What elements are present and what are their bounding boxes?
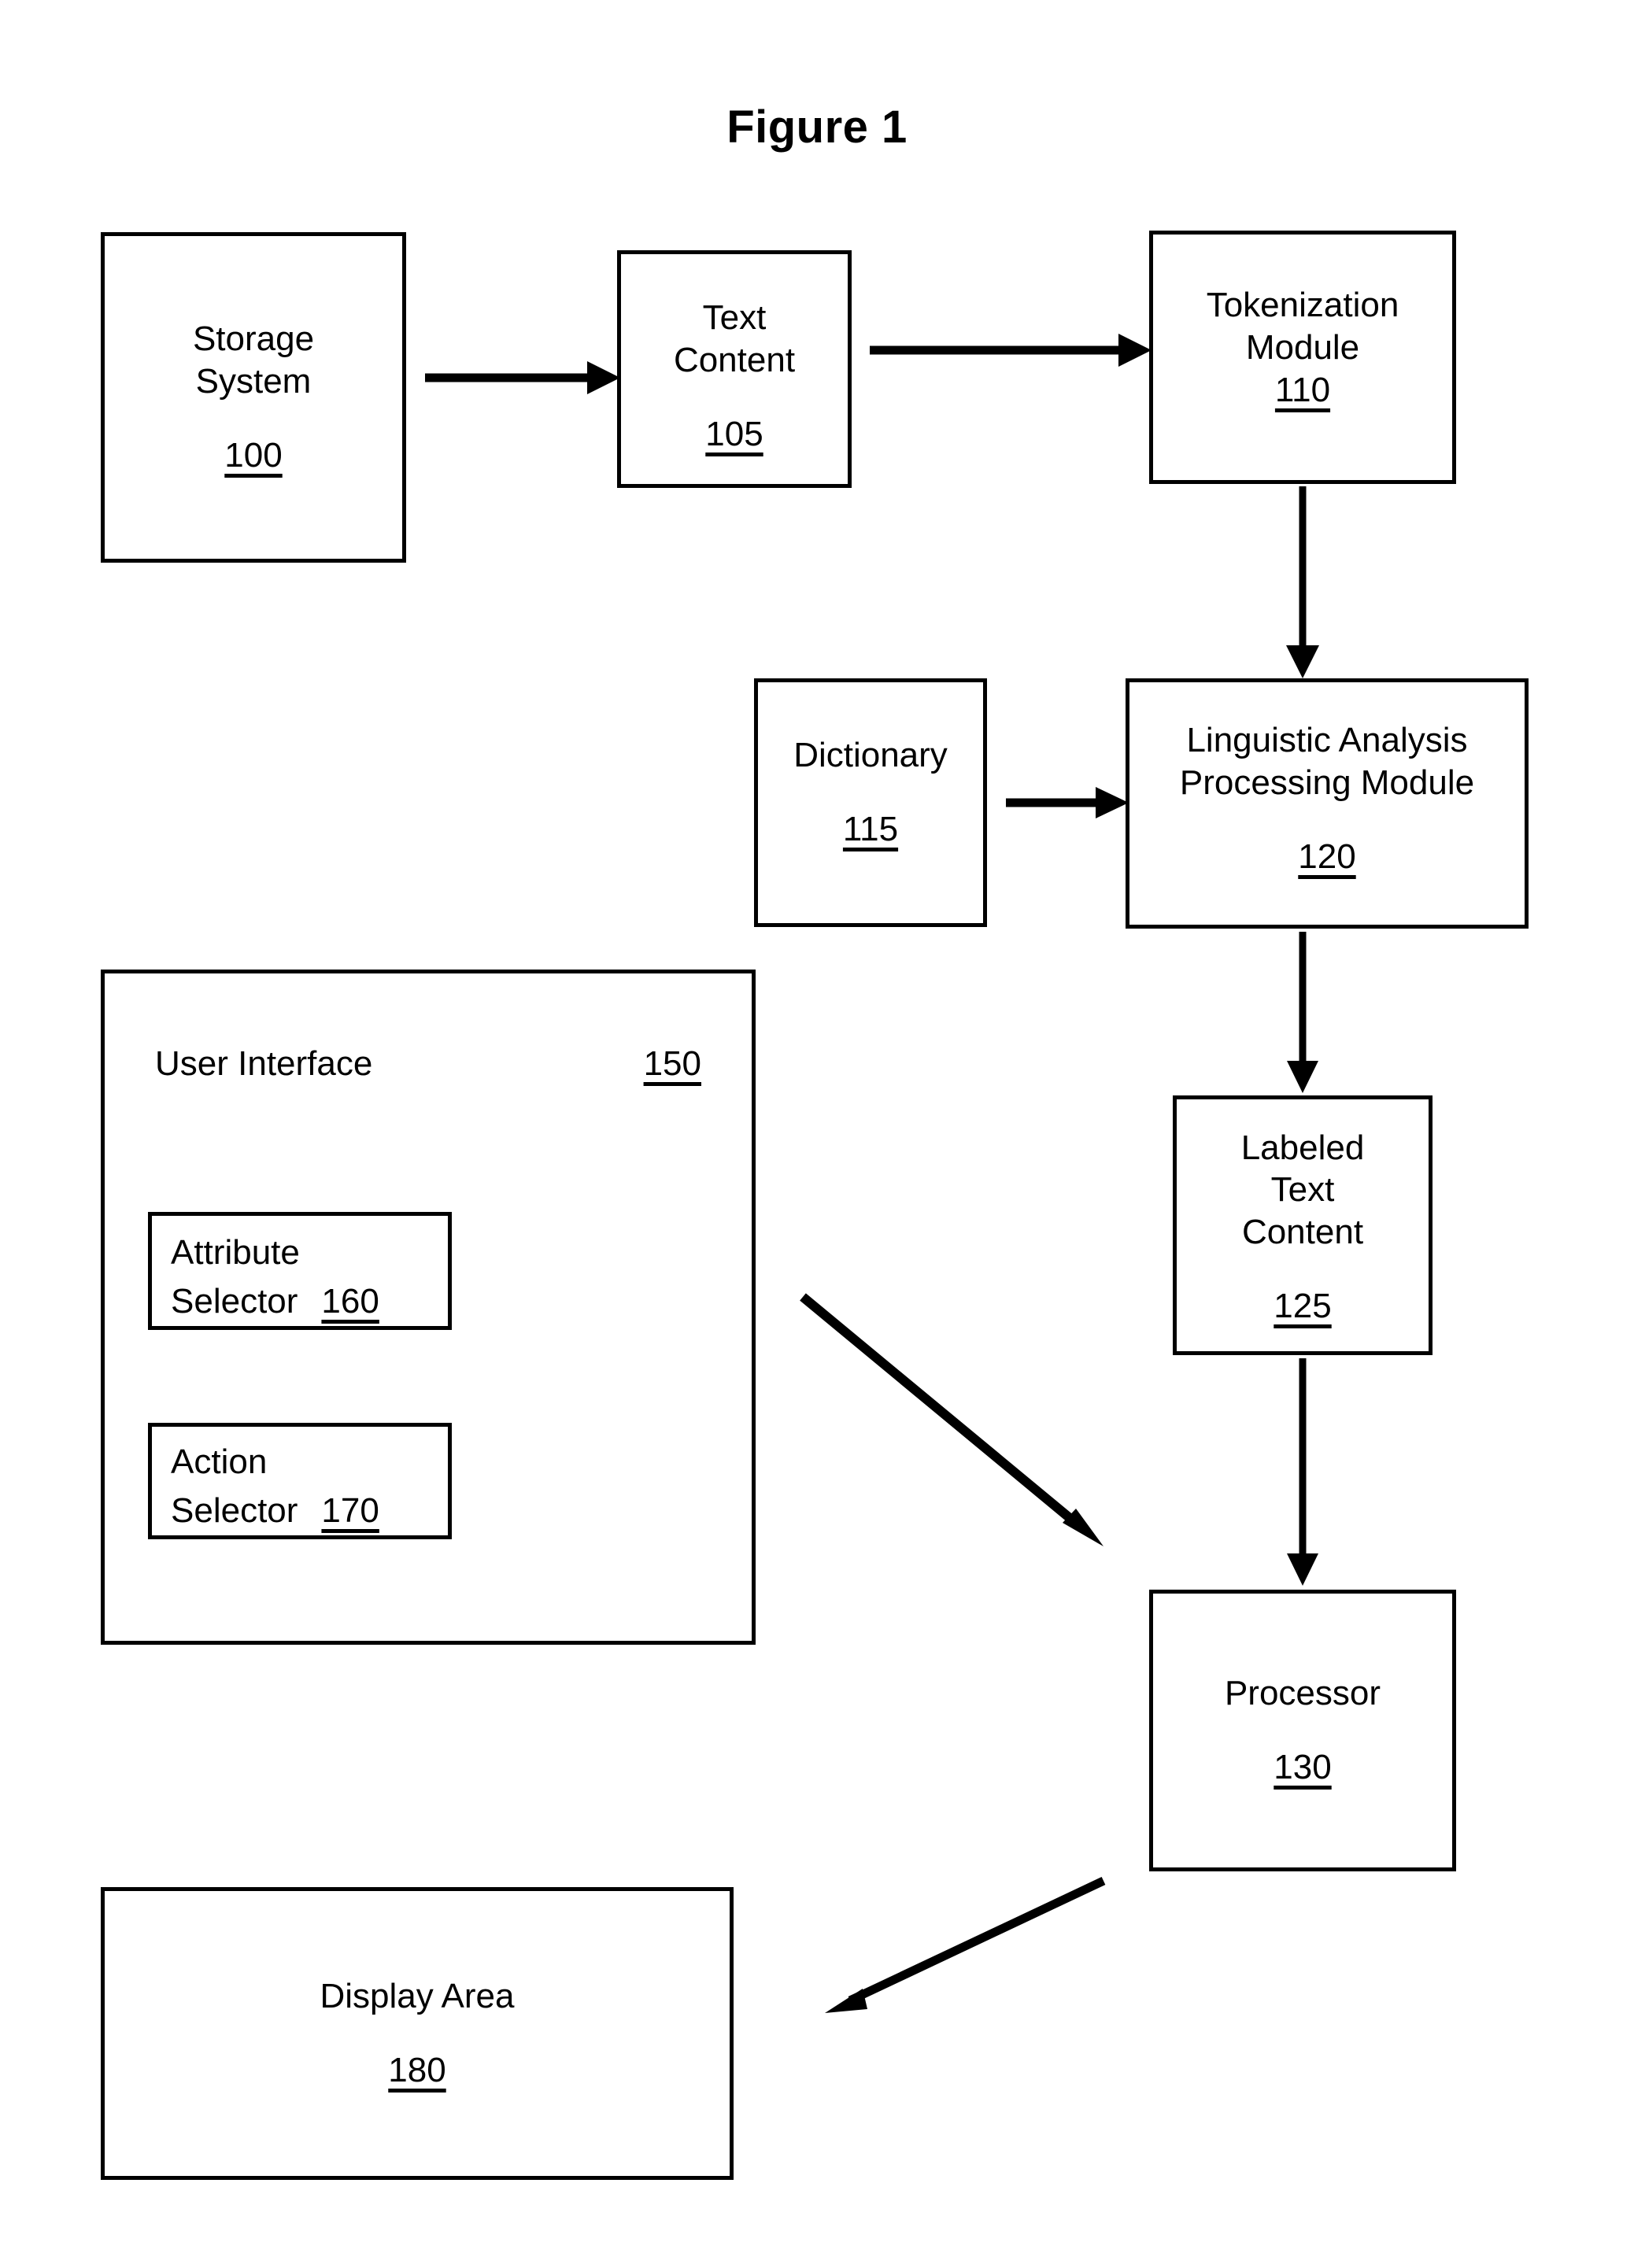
figure-title: Figure 1 <box>726 102 908 153</box>
display-area-label: Display Area <box>320 1977 515 2016</box>
tokenization-module-label-2: Module <box>1245 328 1360 368</box>
arrow-user-interface-to-processor <box>795 1291 1110 1550</box>
block-text-content: Text Content 105 <box>617 250 852 488</box>
user-interface-header: User Interface 150 <box>155 1043 701 1085</box>
action-selector-row-2: Selector 170 <box>171 1487 440 1535</box>
attribute-selector-label-1: Attribute <box>171 1233 300 1272</box>
arrow-linguistic-to-labeled-text-content <box>1271 932 1334 1095</box>
text-content-label-2: Content <box>673 341 796 380</box>
arrow-tokenization-to-linguistic <box>1271 486 1334 682</box>
block-tokenization-module: Tokenization Module 110 <box>1149 231 1456 484</box>
labeled-text-content-ref: 125 <box>1274 1286 1332 1325</box>
storage-system-ref: 100 <box>224 435 283 475</box>
arrow-storage-to-text-content <box>425 346 622 409</box>
text-content-ref: 105 <box>705 414 763 453</box>
linguistic-module-ref: 120 <box>1298 837 1356 876</box>
attribute-selector-ref: 160 <box>321 1281 379 1321</box>
arrow-text-content-to-tokenization <box>870 319 1153 382</box>
processor-ref: 130 <box>1274 1748 1332 1786</box>
arrow-processor-to-display-area <box>819 1873 1110 2015</box>
block-display-area: Display Area 180 <box>101 1887 734 2180</box>
action-selector-ref: 170 <box>321 1490 379 1530</box>
arrow-labeled-text-content-to-processor <box>1271 1358 1334 1588</box>
user-interface-label: User Interface <box>155 1044 373 1083</box>
attribute-selector-label-2: Selector <box>171 1281 298 1321</box>
action-selector-label-1: Action <box>171 1442 268 1481</box>
dictionary-ref: 115 <box>842 810 899 848</box>
block-storage-system: Storage System 100 <box>101 232 406 563</box>
block-attribute-selector[interactable]: Attribute Selector 160 <box>148 1212 452 1330</box>
tokenization-module-ref: 110 <box>1274 370 1331 409</box>
dictionary-label: Dictionary <box>793 736 948 775</box>
attribute-selector-row-2: Selector 160 <box>171 1277 440 1326</box>
text-content-label-1: Text <box>702 298 767 338</box>
processor-label: Processor <box>1224 1674 1381 1713</box>
block-processor: Processor 130 <box>1149 1590 1456 1871</box>
figure-canvas: Figure 1 Storage System 100 Text Content… <box>0 0 1634 2268</box>
action-selector-label-2: Selector <box>171 1490 298 1530</box>
block-labeled-text-content: Labeled Text Content 125 <box>1173 1095 1433 1355</box>
display-area-ref: 180 <box>388 2051 446 2089</box>
storage-system-label-2: System <box>195 362 312 401</box>
labeled-text-content-label-1: Labeled <box>1240 1128 1365 1167</box>
labeled-text-content-label-2: Text <box>1270 1170 1335 1210</box>
linguistic-module-label-2: Processing Module <box>1179 763 1475 803</box>
tokenization-module-label-1: Tokenization <box>1206 286 1399 325</box>
labeled-text-content-label-3: Content <box>1241 1213 1364 1251</box>
block-dictionary: Dictionary 115 <box>754 678 987 927</box>
linguistic-module-label-1: Linguistic Analysis <box>1186 721 1468 760</box>
block-linguistic-analysis-processing-module: Linguistic Analysis Processing Module 12… <box>1126 678 1529 929</box>
user-interface-ref: 150 <box>643 1044 701 1083</box>
arrow-dictionary-to-linguistic <box>1006 771 1130 834</box>
block-action-selector[interactable]: Action Selector 170 <box>148 1423 452 1539</box>
storage-system-label-1: Storage <box>192 320 315 359</box>
